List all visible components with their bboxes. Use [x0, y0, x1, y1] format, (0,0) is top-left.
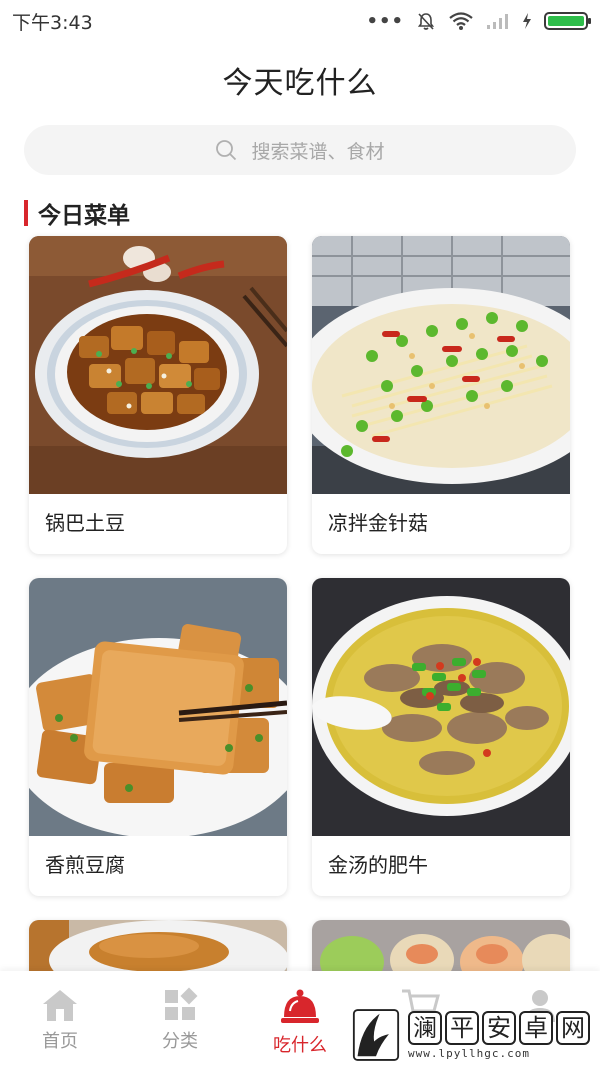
- dish-image: [29, 578, 287, 836]
- dish-card[interactable]: 香煎豆腐: [29, 578, 287, 896]
- nav-item-home[interactable]: 首页: [0, 971, 120, 1067]
- signal-icon: [487, 14, 508, 29]
- watermark-char: 平: [445, 1010, 479, 1045]
- search-input[interactable]: 搜索菜谱、食材: [24, 125, 576, 175]
- dish-image: [312, 578, 570, 836]
- home-icon: [43, 990, 77, 1021]
- dish-card[interactable]: 凉拌金针菇: [312, 236, 570, 554]
- search-icon: [216, 140, 237, 161]
- battery-icon: [544, 12, 591, 30]
- battery-fill: [548, 16, 584, 26]
- nav-item-category[interactable]: 分类: [120, 971, 240, 1067]
- bell-muted-icon: [417, 13, 435, 30]
- watermark-char: 安: [482, 1010, 516, 1045]
- dish-name: 凉拌金针菇: [328, 511, 428, 535]
- section-accent-bar: [24, 200, 28, 226]
- dish-name: 锅巴土豆: [45, 511, 125, 535]
- nav-label: 首页: [42, 1031, 78, 1052]
- dish-card[interactable]: 锅巴土豆: [29, 236, 287, 554]
- search-placeholder: 搜索菜谱、食材: [251, 140, 385, 163]
- watermark-logo-icon: [352, 1009, 400, 1061]
- watermark-char: 网: [556, 1010, 590, 1045]
- dish-image: [29, 236, 287, 494]
- section-title: 今日菜单: [38, 203, 130, 229]
- more-dots-icon: •••: [366, 10, 404, 32]
- dish-image: [312, 236, 570, 494]
- charging-icon: [523, 13, 531, 29]
- nav-label: 分类: [162, 1031, 198, 1052]
- nav-item-what-to-eat[interactable]: 吃什么: [240, 971, 360, 1067]
- page-title: 今天吃什么: [222, 66, 378, 101]
- section-header: 今日菜单: [24, 196, 130, 230]
- dish-card[interactable]: 金汤的肥牛: [312, 578, 570, 896]
- wifi-icon: [449, 12, 473, 30]
- status-icons: •••: [366, 10, 591, 32]
- category-icon: [165, 987, 198, 1020]
- watermark-char: 卓: [519, 1010, 553, 1045]
- cloche-icon: [281, 989, 319, 1023]
- dish-name: 香煎豆腐: [45, 853, 125, 877]
- watermark: 澜 平 安 卓 网 www.lpyllhgc.com: [352, 1006, 590, 1064]
- watermark-text: 澜 平 安 卓 网 www.lpyllhgc.com: [408, 1010, 590, 1060]
- nav-label: 吃什么: [273, 1035, 327, 1056]
- status-time: 下午3:43: [12, 11, 93, 34]
- dish-name: 金汤的肥牛: [328, 853, 428, 877]
- watermark-url: www.lpyllhgc.com: [408, 1046, 530, 1060]
- watermark-char: 澜: [408, 1010, 442, 1045]
- status-bar: 下午3:43 •••: [0, 0, 600, 42]
